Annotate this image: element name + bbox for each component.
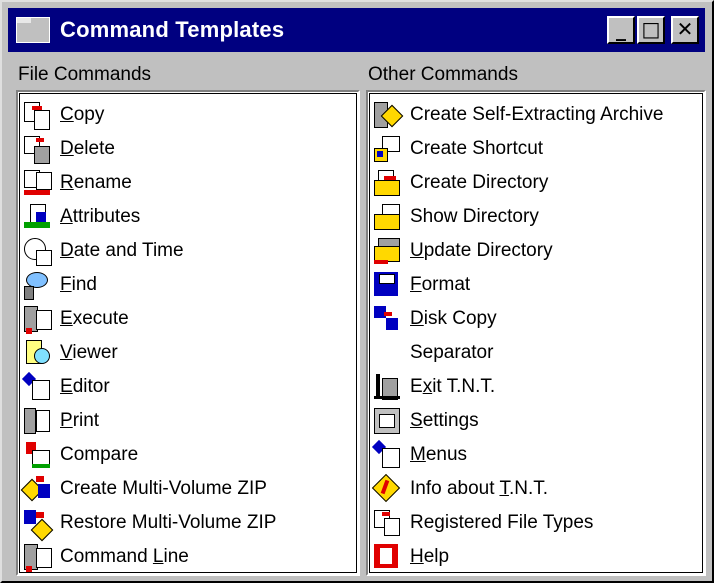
file-command-item[interactable]: Delete bbox=[18, 132, 358, 166]
create-directory-icon bbox=[372, 168, 406, 198]
attributes-icon bbox=[22, 202, 56, 232]
other-command-item-label: Create Self-Extracting Archive bbox=[410, 104, 664, 125]
file-command-item-label: Attributes bbox=[60, 206, 141, 227]
delete-icon bbox=[22, 134, 56, 164]
update-directory-icon bbox=[372, 236, 406, 266]
other-command-item-label: Registered File Types bbox=[410, 512, 594, 533]
file-command-item-label: Copy bbox=[60, 104, 105, 125]
file-command-item[interactable]: Attributes bbox=[18, 200, 358, 234]
disk-copy-icon bbox=[372, 304, 406, 334]
other-command-item[interactable]: Exit T.N.T. bbox=[368, 370, 704, 404]
clock-icon bbox=[22, 236, 56, 266]
file-command-item[interactable]: Create Multi-Volume ZIP bbox=[18, 472, 358, 506]
close-button[interactable]: ✕ bbox=[671, 16, 699, 44]
other-command-item[interactable]: Menus bbox=[368, 438, 704, 472]
folder-icon bbox=[16, 17, 50, 43]
compare-icon bbox=[22, 440, 56, 470]
other-command-item-label: Create Directory bbox=[410, 172, 549, 193]
other-command-item-label: Create Shortcut bbox=[410, 138, 544, 159]
file-types-icon bbox=[372, 508, 406, 538]
execute-icon bbox=[22, 304, 56, 334]
maximize-button[interactable]: □ bbox=[637, 16, 665, 44]
self-extract-icon bbox=[372, 100, 406, 130]
settings-icon bbox=[372, 406, 406, 436]
other-commands-label: Other Commands bbox=[368, 64, 518, 85]
file-command-item-label: Restore Multi-Volume ZIP bbox=[60, 512, 277, 533]
file-command-item[interactable]: Find bbox=[18, 268, 358, 302]
file-command-item[interactable]: Compare bbox=[18, 438, 358, 472]
other-command-item-label: Settings bbox=[410, 410, 479, 431]
other-command-item[interactable]: Create Directory bbox=[368, 166, 704, 200]
other-command-item[interactable]: Registered File Types bbox=[368, 506, 704, 540]
command-line-icon bbox=[22, 542, 56, 572]
other-command-item-label: Help bbox=[410, 546, 450, 567]
file-command-item-label: Command Line bbox=[60, 546, 189, 567]
info-icon bbox=[371, 473, 406, 504]
other-command-item[interactable]: Create Self-Extracting Archive bbox=[368, 98, 704, 132]
other-command-item-label: Show Directory bbox=[410, 206, 539, 227]
file-commands-label: File Commands bbox=[18, 64, 152, 85]
minimize-button[interactable]: _ bbox=[607, 16, 635, 44]
file-command-item[interactable]: Editor bbox=[18, 370, 358, 404]
menus-icon bbox=[371, 439, 406, 470]
other-command-item-label: Separator bbox=[410, 342, 494, 363]
file-command-item-label: Execute bbox=[60, 308, 129, 329]
other-command-item[interactable]: Update Directory bbox=[368, 234, 704, 268]
file-command-item[interactable]: Rename bbox=[18, 166, 358, 200]
copy-icon bbox=[22, 100, 56, 130]
file-command-item-label: Create Multi-Volume ZIP bbox=[60, 478, 267, 499]
file-command-item-label: Viewer bbox=[60, 342, 118, 363]
file-command-item[interactable]: Copy bbox=[18, 98, 358, 132]
other-command-item-label: Exit T.N.T. bbox=[410, 376, 496, 397]
window-title: Command Templates bbox=[60, 17, 285, 42]
file-commands-list[interactable]: Copy Delete Rename Attributes Date and Time F… bbox=[16, 90, 360, 576]
file-command-item-label: Find bbox=[60, 274, 97, 295]
other-command-item[interactable]: Format bbox=[368, 268, 704, 302]
other-command-item[interactable]: Help bbox=[368, 540, 704, 574]
title-bar[interactable]: Command Templates _ □ ✕ bbox=[8, 8, 705, 52]
file-command-item[interactable]: Print bbox=[18, 404, 358, 438]
shortcut-icon bbox=[372, 134, 406, 164]
file-command-item-label: Rename bbox=[60, 172, 132, 193]
file-command-item-label: Compare bbox=[60, 444, 139, 465]
zip-create-icon bbox=[20, 474, 56, 504]
floppy-disk-icon bbox=[372, 270, 406, 300]
command-templates-window: Command Templates _ □ ✕ File Commands Ot… bbox=[0, 0, 714, 583]
viewer-icon bbox=[22, 338, 56, 368]
file-command-item[interactable]: Restore Multi-Volume ZIP bbox=[18, 506, 358, 542]
exit-icon bbox=[372, 372, 406, 402]
file-command-item-label: Editor bbox=[60, 376, 110, 397]
file-command-item-label: Delete bbox=[60, 138, 115, 159]
other-command-item-label: Info about T.N.T. bbox=[410, 478, 549, 499]
editor-icon bbox=[21, 371, 56, 402]
other-commands-list[interactable]: Create Self-Extracting Archive Create Sho… bbox=[366, 90, 706, 576]
file-command-item[interactable]: Command Line bbox=[18, 540, 358, 574]
find-icon bbox=[22, 270, 56, 300]
help-icon bbox=[372, 542, 406, 572]
other-command-item[interactable]: Disk Copy bbox=[368, 302, 704, 336]
file-command-item-label: Print bbox=[60, 410, 100, 431]
other-command-item[interactable]: Info about T.N.T. bbox=[368, 472, 704, 506]
other-command-item-label: Disk Copy bbox=[410, 308, 497, 329]
file-command-item[interactable]: Execute bbox=[18, 302, 358, 336]
file-command-item[interactable]: Viewer bbox=[18, 336, 358, 370]
other-command-item[interactable]: Create Shortcut bbox=[368, 132, 704, 166]
show-directory-icon bbox=[372, 202, 406, 232]
other-command-item-label: Update Directory bbox=[410, 240, 553, 261]
other-command-item-label: Format bbox=[410, 274, 471, 295]
rename-icon bbox=[22, 168, 56, 198]
other-command-item[interactable]: Show Directory bbox=[368, 200, 704, 234]
window-controls: _ □ ✕ bbox=[607, 16, 699, 44]
file-command-item-label: Date and Time bbox=[60, 240, 184, 261]
zip-restore-icon bbox=[22, 508, 56, 542]
other-command-item[interactable]: Settings bbox=[368, 404, 704, 438]
file-command-item[interactable]: Date and Time bbox=[18, 234, 358, 268]
other-command-item-label: Menus bbox=[410, 444, 468, 465]
other-command-item[interactable]: Separator bbox=[368, 336, 704, 370]
printer-icon bbox=[22, 406, 56, 436]
